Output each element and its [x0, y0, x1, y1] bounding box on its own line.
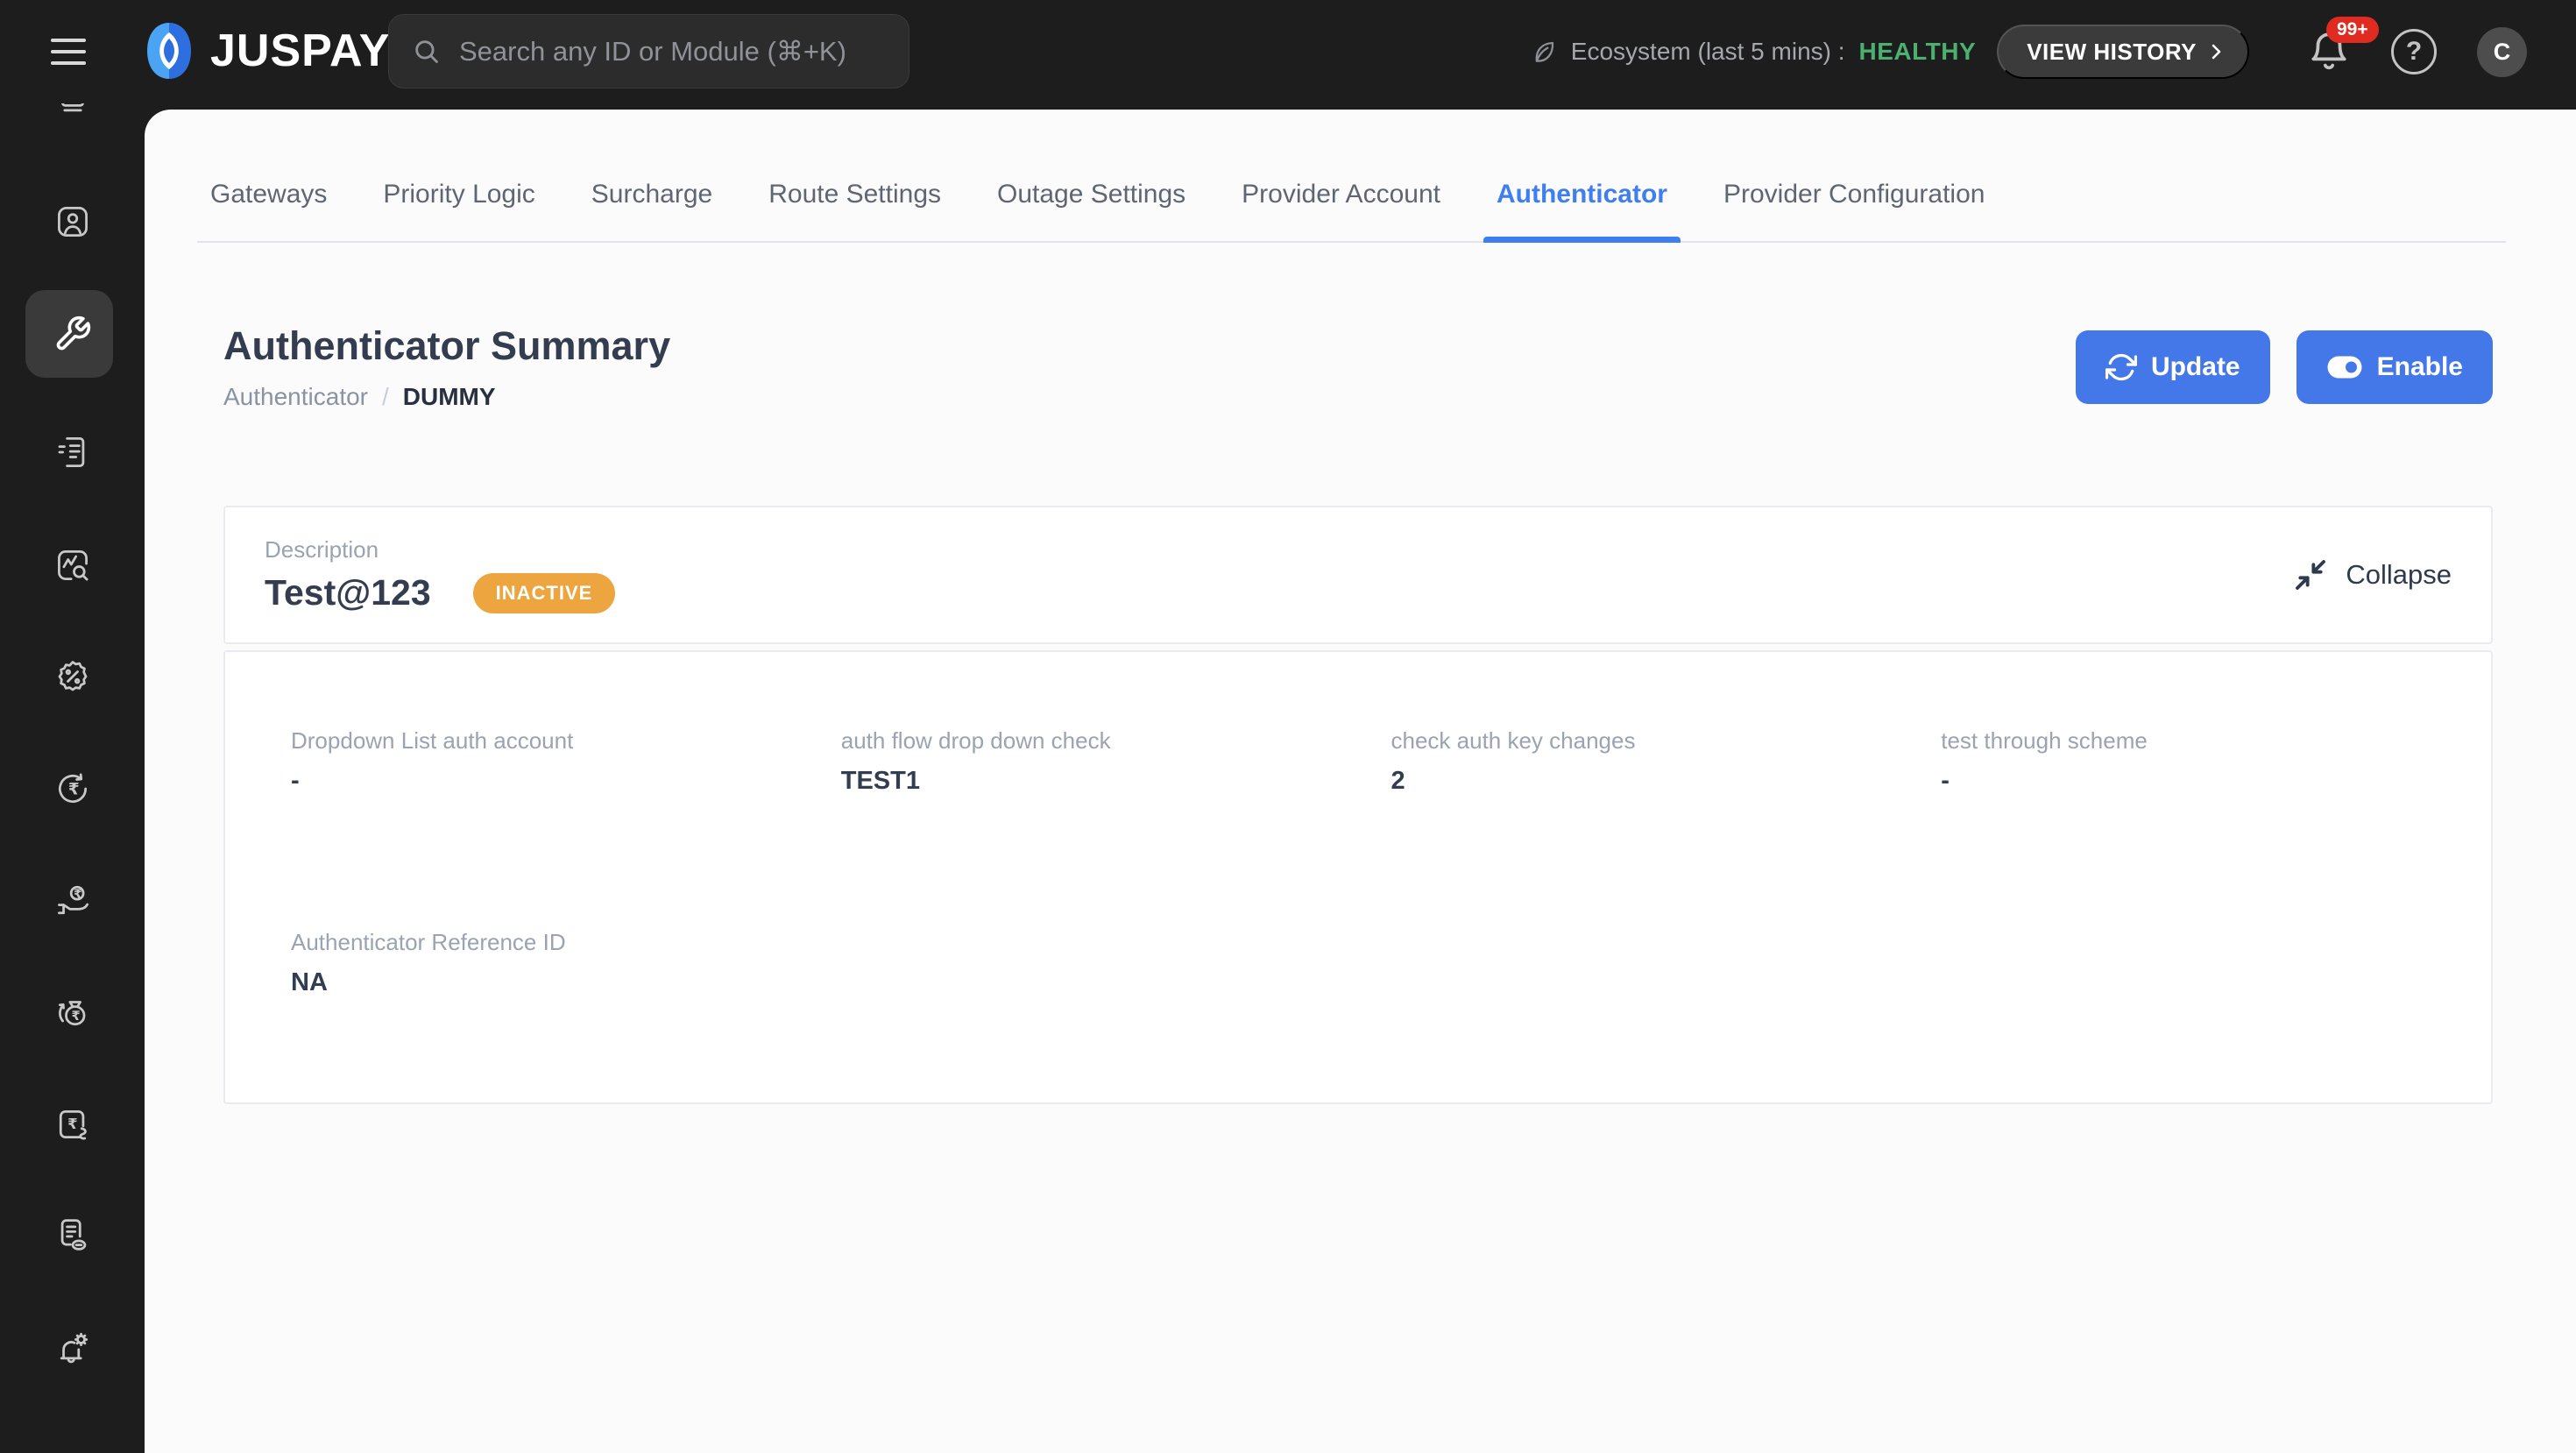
authenticator-details-card: Dropdown List auth account - auth flow d… [223, 650, 2493, 1104]
description-label: Description [265, 536, 379, 563]
sidebar-item-bell-gear[interactable] [0, 1304, 145, 1392]
svg-text:₹: ₹ [67, 781, 79, 799]
global-search[interactable] [388, 14, 909, 89]
collapse-button[interactable]: Collapse [2293, 557, 2452, 592]
svg-text:₹: ₹ [71, 1009, 80, 1024]
bell-gear-icon [60, 1332, 88, 1364]
field-label: Authenticator Reference ID [291, 929, 566, 955]
sidebar-item-rupee-refresh[interactable]: ₹ [0, 745, 145, 833]
collapse-icon [2296, 560, 2326, 590]
update-button[interactable]: Update [2075, 330, 2270, 404]
toggle-icon [2327, 356, 2362, 379]
page-heading-block: Authenticator Summary Authenticator / DU… [223, 323, 670, 411]
notification-count-badge: 99+ [2326, 17, 2379, 43]
breadcrumb-separator: / [382, 383, 389, 410]
analytics-search-icon [57, 550, 88, 581]
field-test-through-scheme: test through scheme - [1941, 727, 2491, 796]
user-card-icon [57, 207, 88, 237]
svg-text:₹: ₹ [67, 1116, 77, 1132]
chevron-right-icon [2212, 44, 2221, 60]
page-title: Authenticator Summary [223, 323, 671, 368]
main-content: Gateways Priority Logic Surcharge Route … [145, 110, 2576, 1453]
wrench-icon [56, 315, 90, 351]
tab-route-settings[interactable]: Route Settings [755, 180, 954, 241]
breadcrumb: Authenticator / DUMMY [223, 383, 670, 411]
ecosystem-health-value: HEALTHY [1858, 38, 1977, 65]
sidebar-item-percent-badge[interactable] [0, 633, 145, 720]
hamburger-menu-icon[interactable] [51, 39, 86, 65]
field-label: test through scheme [1941, 727, 2148, 754]
tab-priority-logic[interactable]: Priority Logic [370, 180, 548, 241]
sidebar-item-user-card[interactable] [0, 178, 145, 266]
search-icon [415, 39, 438, 63]
help-icon: ? [2405, 37, 2423, 66]
field-value: - [291, 767, 300, 795]
field-value: - [1941, 767, 1950, 795]
field-check-auth-key-changes: check auth key changes 2 [1391, 727, 1942, 796]
ecosystem-label: Ecosystem (last 5 mins) : [1570, 38, 1845, 65]
field-value: 2 [1391, 767, 1405, 795]
sidebar-item-wrench[interactable] [0, 290, 145, 378]
breadcrumb-current: DUMMY [402, 383, 496, 410]
notifications-button[interactable]: 99+ [2307, 17, 2379, 74]
ecosystem-status: Ecosystem (last 5 mins) : HEALTHY [1531, 38, 1976, 66]
sidebar-item-doc-link[interactable] [0, 1192, 145, 1279]
logo-text: JUSPAY [210, 25, 391, 76]
sidebar-item-money-bag-rupee[interactable]: ₹ [0, 968, 145, 1056]
sidebar-item-rupee-doc-link[interactable]: ₹ [0, 1081, 145, 1168]
sidebar-item-analytics-search[interactable] [0, 521, 145, 609]
module-tabs: Gateways Priority Logic Surcharge Route … [197, 110, 2506, 243]
enable-button[interactable]: Enable [2296, 330, 2493, 404]
top-header: JUSPAY Ecosystem (last 5 mins) : HEALTHY… [0, 0, 2576, 103]
field-value: TEST1 [840, 767, 920, 795]
description-block: Description Test@123 INACTIVE [265, 536, 616, 613]
field-authenticator-reference-id: Authenticator Reference ID NA [291, 929, 841, 997]
tab-provider-configuration[interactable]: Provider Configuration [1710, 180, 1999, 241]
breadcrumb-parent[interactable]: Authenticator [223, 383, 368, 411]
field-label: check auth key changes [1391, 727, 1636, 754]
sidebar-item-form-doc[interactable] [0, 408, 145, 496]
svg-text:₹: ₹ [74, 887, 82, 901]
rupee-doc-link-icon: ₹ [59, 1109, 87, 1140]
sidebar-item-hand-rupee[interactable]: ₹ [0, 857, 145, 945]
hand-rupee-icon: ₹ [57, 885, 88, 915]
leaf-icon [1535, 41, 1553, 62]
juspay-logo: JUSPAY [144, 21, 390, 81]
rupee-refresh-icon: ₹ [58, 773, 87, 804]
sidebar: ₹ ₹ ₹ ₹ [0, 0, 145, 1453]
tab-gateways[interactable]: Gateways [197, 180, 340, 241]
user-avatar[interactable]: C [2477, 26, 2527, 77]
help-button[interactable]: ? [2391, 29, 2437, 74]
description-value: Test@123 [265, 572, 431, 613]
tab-surcharge[interactable]: Surcharge [578, 180, 725, 241]
doc-link-icon [60, 1219, 86, 1251]
search-input[interactable] [459, 35, 886, 67]
tab-outage-settings[interactable]: Outage Settings [984, 180, 1199, 241]
form-doc-icon [58, 437, 84, 467]
status-badge: INACTIVE [472, 572, 616, 613]
authenticator-summary-card: Description Test@123 INACTIVE Collapse [223, 506, 2493, 644]
percent-badge-icon [58, 661, 87, 691]
money-bag-rupee-icon: ₹ [58, 1001, 85, 1026]
field-value: NA [291, 968, 328, 996]
field-label: auth flow drop down check [840, 727, 1111, 754]
view-history-button[interactable]: VIEW HISTORY [1997, 25, 2249, 79]
field-label: Dropdown List auth account [291, 727, 574, 754]
refresh-icon [2105, 353, 2137, 381]
page-actions: Update Enable [2075, 330, 2493, 404]
field-dropdown-list-auth-account: Dropdown List auth account - [291, 727, 841, 796]
field-auth-flow-drop-down-check: auth flow drop down check TEST1 [841, 727, 1391, 796]
tab-provider-account[interactable]: Provider Account [1228, 180, 1454, 241]
juspay-logo-mark [147, 23, 191, 79]
tab-authenticator[interactable]: Authenticator [1483, 180, 1681, 243]
